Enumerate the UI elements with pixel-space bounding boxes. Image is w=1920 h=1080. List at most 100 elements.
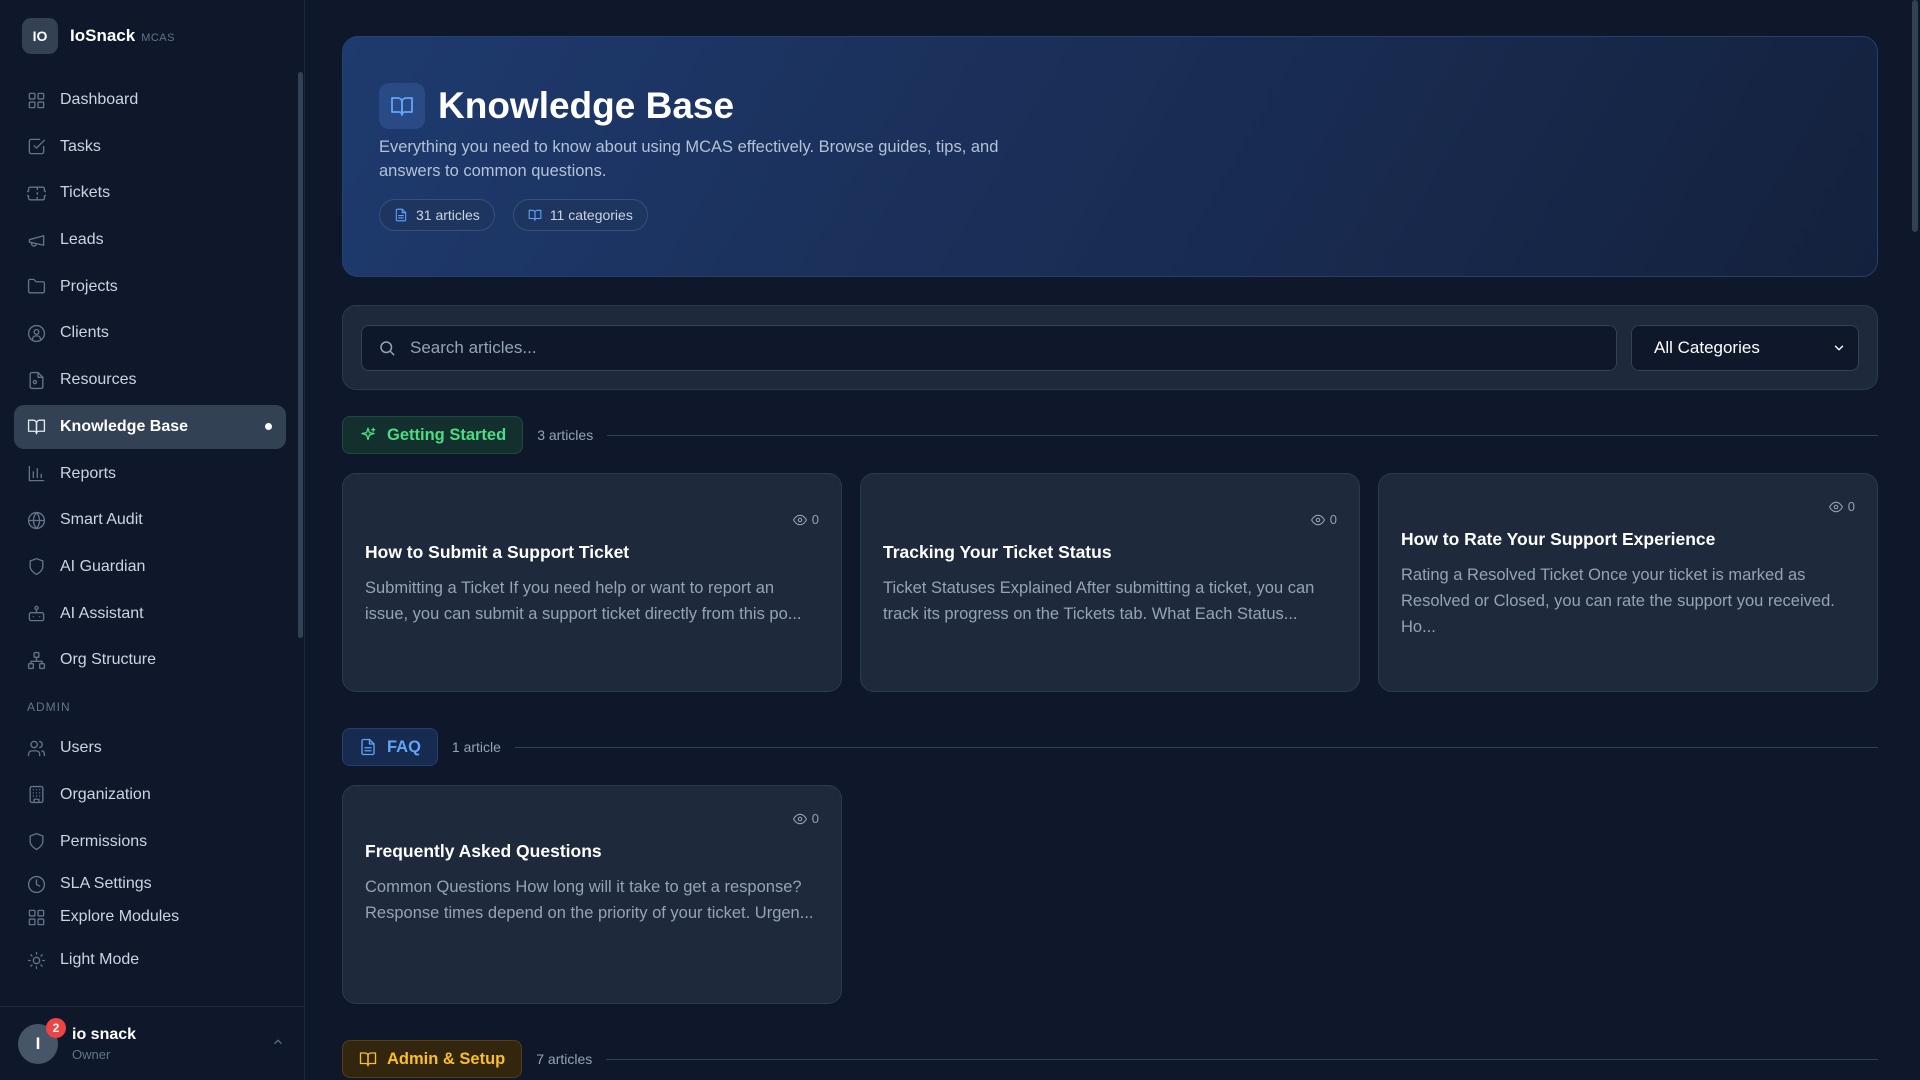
- categories-count-label: 11 categories: [549, 207, 633, 223]
- divider: [514, 746, 1878, 748]
- article-title[interactable]: How to Rate Your Support Experience: [1401, 529, 1715, 550]
- sidebar-item-ai-assistant[interactable]: AI Assistant: [14, 592, 286, 636]
- sidebar-item-tickets[interactable]: Tickets: [14, 171, 286, 215]
- book-icon: [379, 83, 425, 129]
- category-select-value: All Categories: [1654, 338, 1760, 357]
- chevron-down-icon: [1834, 345, 1844, 351]
- sidebar-item-projects[interactable]: Projects: [14, 265, 286, 309]
- view-count: 0: [1310, 512, 1337, 527]
- articles-count-label: 31 articles: [416, 207, 480, 223]
- hero-stats: 31 articles 11 categories: [379, 199, 648, 231]
- page-description: Everything you need to know about using …: [379, 138, 999, 180]
- book-icon: [359, 1052, 377, 1067]
- category-pill-admin-setup[interactable]: Admin & Setup: [342, 1040, 523, 1078]
- sidebar-item-org-structure[interactable]: Org Structure: [14, 638, 286, 682]
- search-input[interactable]: [410, 338, 1590, 358]
- sidebar-item-clients[interactable]: Clients: [14, 311, 286, 355]
- view-count-value: 0: [811, 512, 819, 527]
- article-excerpt: Ticket Statuses Explained After submitti…: [883, 579, 1315, 623]
- bar-chart-icon: [26, 464, 46, 484]
- category-pill-getting-started[interactable]: Getting Started: [342, 416, 524, 454]
- article-excerpt: Submitting a Ticket If you need help or …: [365, 579, 802, 623]
- user-menu[interactable]: I 2 io snack Owner: [0, 1006, 305, 1080]
- sidebar-item-label: Explore Modules: [60, 908, 180, 926]
- search-panel: All Categories: [342, 305, 1878, 390]
- article-card[interactable]: 0 Tracking Your Ticket Status Ticket Sta…: [860, 473, 1360, 692]
- article-card[interactable]: 0 How to Rate Your Support Experience Ra…: [1378, 473, 1878, 692]
- article-excerpt: Rating a Resolved Ticket Once your ticke…: [1401, 566, 1835, 636]
- search-box[interactable]: [361, 325, 1617, 371]
- brand[interactable]: IO IoSnack MCAS: [22, 18, 175, 54]
- sidebar-item-label: Organization: [60, 785, 151, 803]
- category-header-faq: FAQ 1 article: [342, 728, 1878, 766]
- grid-icon: [26, 90, 46, 110]
- sidebar-scrollbar[interactable]: [298, 72, 303, 638]
- users-icon: [26, 738, 46, 758]
- article-title[interactable]: Frequently Asked Questions: [365, 841, 602, 862]
- sidebar-item-permissions[interactable]: Permissions: [14, 820, 286, 864]
- sidebar-item-users[interactable]: Users: [14, 726, 286, 770]
- sidebar-item-label: Resources: [60, 371, 137, 389]
- sidebar-item-explore-modules[interactable]: Explore Modules: [14, 902, 286, 932]
- article-card[interactable]: 0 How to Submit a Support Ticket Submitt…: [342, 473, 842, 692]
- sidebar-item-label: Tasks: [60, 137, 101, 155]
- active-indicator-dot: [265, 423, 272, 431]
- category-select[interactable]: All Categories: [1631, 325, 1859, 371]
- page-scrollbar[interactable]: [1912, 0, 1918, 232]
- sidebar-item-label: Org Structure: [60, 651, 157, 669]
- eye-icon: [792, 514, 807, 525]
- sidebar-item-resources[interactable]: Resources: [14, 358, 286, 402]
- sidebar-item-leads[interactable]: Leads: [14, 218, 286, 262]
- sidebar-item-light-mode[interactable]: Light Mode: [14, 938, 286, 982]
- sidebar-item-ai-guardian[interactable]: AI Guardian: [14, 545, 286, 589]
- sidebar-item-organization[interactable]: Organization: [14, 773, 286, 817]
- category-count: 7 articles: [536, 1051, 593, 1067]
- sidebar-item-label: Users: [60, 739, 102, 757]
- sidebar-item-sla-settings[interactable]: SLA Settings: [14, 866, 286, 902]
- chevron-up-icon[interactable]: [271, 1035, 285, 1052]
- view-count: 0: [1828, 499, 1855, 514]
- ticket-icon: [26, 183, 46, 203]
- folder-icon: [26, 277, 46, 297]
- sidebar: IO IoSnack MCAS Dashboard Tasks Tickets L…: [0, 0, 305, 1080]
- category-name: FAQ: [387, 737, 421, 756]
- shield-icon: [26, 557, 46, 577]
- category-count: 3 articles: [537, 427, 594, 443]
- sidebar-item-label: Knowledge Base: [60, 417, 189, 435]
- category-name: Admin & Setup: [387, 1049, 506, 1068]
- sidebar-item-label: Smart Audit: [60, 511, 143, 529]
- network-icon: [26, 650, 46, 670]
- eye-icon: [792, 813, 807, 824]
- sidebar-item-knowledge-base[interactable]: Knowledge Base: [14, 404, 286, 449]
- sidebar-item-label: Reports: [60, 464, 117, 482]
- article-card[interactable]: 0 Frequently Asked Questions Common Ques…: [342, 785, 842, 1004]
- clock-icon: [26, 874, 46, 894]
- avatar-initial: I: [35, 1033, 41, 1053]
- avatar: I 2: [18, 1017, 66, 1064]
- sidebar-item-label: Clients: [60, 324, 109, 342]
- view-count-value: 0: [1847, 499, 1855, 514]
- brand-sub: MCAS: [141, 32, 175, 44]
- search-icon: [380, 341, 395, 356]
- view-count-value: 0: [1329, 512, 1337, 527]
- sidebar-item-tasks[interactable]: Tasks: [14, 125, 286, 169]
- sidebar-item-reports[interactable]: Reports: [14, 452, 286, 496]
- grid-icon: [26, 907, 46, 927]
- article-title[interactable]: Tracking Your Ticket Status: [883, 542, 1112, 563]
- sidebar-item-smart-audit[interactable]: Smart Audit: [14, 498, 286, 542]
- divider: [607, 434, 1878, 436]
- document-icon: [361, 738, 375, 756]
- sidebar-item-label: AI Assistant: [60, 604, 144, 622]
- user-circle-icon: [26, 323, 46, 343]
- category-pill-faq[interactable]: FAQ: [342, 728, 438, 766]
- article-title[interactable]: How to Submit a Support Ticket: [365, 542, 629, 563]
- document-icon: [395, 208, 407, 222]
- shield-icon: [26, 832, 46, 852]
- admin-section-label: ADMIN: [27, 700, 71, 715]
- categories-count-chip: 11 categories: [512, 199, 648, 231]
- view-count-value: 0: [811, 811, 819, 826]
- category-count: 1 article: [451, 739, 501, 755]
- sidebar-item-dashboard[interactable]: Dashboard: [14, 78, 286, 122]
- user-name: io snack: [72, 1025, 137, 1043]
- brand-logo: IO: [22, 18, 58, 54]
